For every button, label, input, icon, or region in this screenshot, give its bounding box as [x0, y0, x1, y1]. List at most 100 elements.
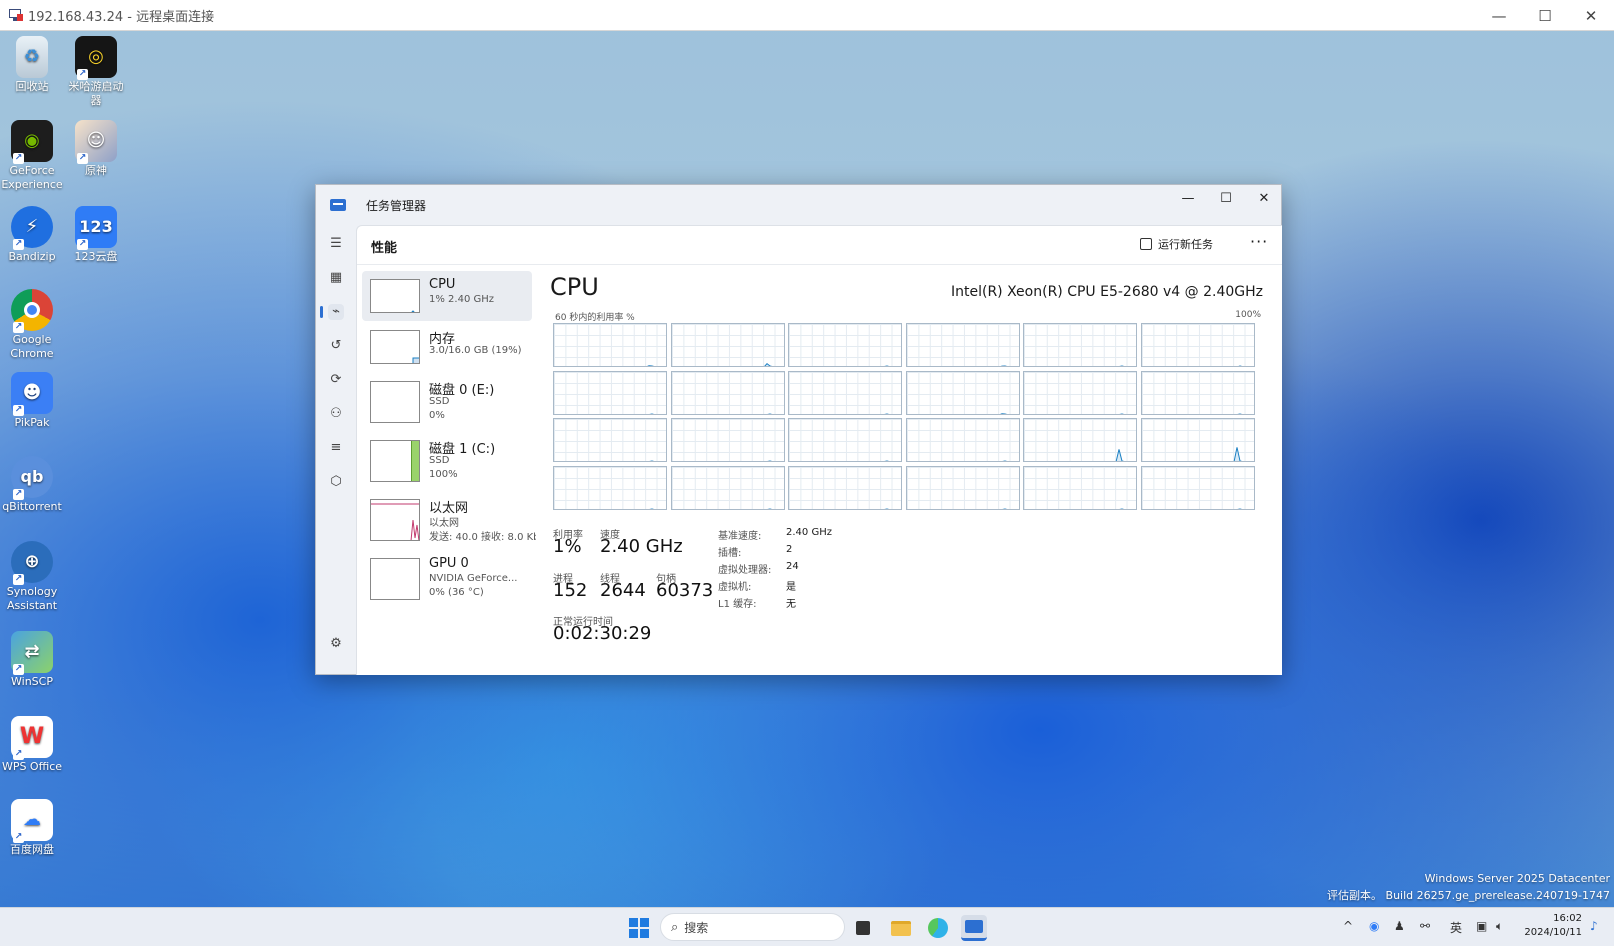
desktop-icon-label: Google Chrome: [10, 333, 54, 360]
run-new-task-label: 运行新任务: [1158, 238, 1213, 251]
details-icon[interactable]: ≡: [328, 440, 344, 456]
close-button[interactable]: ✕: [1246, 185, 1282, 211]
desktop-icon-label: PikPak: [14, 416, 50, 429]
disk1-thumbnail: [370, 440, 420, 482]
core-utilisation-line: [766, 460, 772, 461]
task-view-icon: [856, 921, 870, 935]
core-utilisation-line: [1119, 365, 1125, 366]
device-usage: 0%: [429, 410, 445, 421]
clock-time: 16:02: [1553, 913, 1582, 924]
volume-icon[interactable]: 🔈︎: [1496, 919, 1503, 934]
device-gpu[interactable]: GPU 0 NVIDIA GeForce... 0% (36 °C): [362, 550, 532, 602]
cpu-model: Intel(R) Xeon(R) CPU E5-2680 v4 @ 2.40GH…: [951, 284, 1263, 300]
core-utilisation-line: [1002, 460, 1007, 461]
core-utilisation-area: [789, 509, 902, 510]
detail-key: 基准速度:: [718, 531, 762, 542]
desktop-icon-123pan[interactable]: 123 ↗ 123云盘: [64, 206, 128, 264]
core-graph-12: [553, 418, 667, 462]
task-view-button[interactable]: [850, 915, 876, 941]
processes-value: 152: [553, 580, 588, 601]
rdp-minimize-button[interactable]: —: [1476, 0, 1522, 31]
desktop-icon-genshin[interactable]: ☺ ↗ 原神: [64, 120, 128, 178]
performance-icon[interactable]: ⌁: [320, 304, 344, 320]
desktop-icon-recycle-bin[interactable]: ♻ 回收站: [0, 36, 64, 94]
settings-gear-icon[interactable]: ⚙: [328, 636, 344, 652]
tray-network-share-icon[interactable]: ⚯: [1420, 919, 1430, 933]
core-utilisation-area: [789, 366, 902, 367]
ime-indicator[interactable]: 英: [1450, 919, 1462, 936]
clock[interactable]: 16:02 2024/10/11: [1522, 912, 1582, 940]
core-utilisation-line: [999, 412, 1007, 414]
desktop-icon-label: WinSCP: [11, 675, 53, 688]
core-utilisation-line: [766, 507, 772, 509]
core-utilisation-line: [1237, 412, 1243, 414]
more-options-icon[interactable]: ···: [1250, 232, 1268, 251]
edge-browser-button[interactable]: [925, 915, 951, 941]
desktop-icon-pikpak[interactable]: ☻ ↗ PikPak: [0, 372, 64, 430]
desktop-icon-qbittorrent[interactable]: qb ↗ qBittorrent: [0, 456, 64, 514]
desktop-icon-mihoyo[interactable]: ◎ ↗ 米哈游启动器: [64, 36, 128, 108]
task-manager-taskbar-button[interactable]: [961, 915, 987, 941]
edge-icon: [928, 918, 948, 938]
core-graph-4: [1023, 323, 1138, 367]
synology-assistant-icon: ⊕ ↗: [11, 541, 53, 585]
os-edition-watermark: Windows Server 2025 Datacenter: [1424, 872, 1610, 885]
detail-value: 是: [786, 582, 796, 593]
core-utilisation-line: [884, 460, 890, 461]
device-memory[interactable]: 内存 3.0/16.0 GB (19%): [362, 322, 532, 372]
app-history-icon[interactable]: ↺: [328, 338, 344, 354]
taskbar: ⌕ 搜索 ^ ◉ ♟ ⚯ 英 ▣ 🔈︎ 16:02 2024/10/11 ♪: [0, 907, 1614, 946]
recycle-bin-icon: ♻: [16, 36, 48, 78]
detail-value: 2.40 GHz: [786, 527, 832, 538]
desktop-icon-synology[interactable]: ⊕ ↗ Synology Assistant: [0, 541, 64, 613]
processes-icon[interactable]: ▦: [328, 270, 344, 286]
notification-bell-icon[interactable]: ♪: [1590, 919, 1598, 933]
device-disk-0[interactable]: 磁盘 0 (E:) SSD 0%: [362, 373, 532, 425]
device-cpu[interactable]: CPU 1% 2.40 GHz: [362, 271, 532, 321]
core-graph-20: [788, 465, 903, 510]
search-icon: ⌕: [671, 919, 679, 935]
tray-app-icon[interactable]: ◉: [1369, 919, 1379, 933]
desktop-icon-wps[interactable]: W ↗ WPS Office: [0, 716, 64, 774]
device-disk-1[interactable]: 磁盘 1 (C:) SSD 100%: [362, 432, 532, 484]
qbittorrent-icon: qb ↗: [11, 456, 53, 500]
network-icon[interactable]: ▣: [1476, 919, 1487, 933]
desktop-icon-label: GeForce Experience: [1, 164, 63, 191]
core-graph-23: [1141, 465, 1255, 510]
maximize-button[interactable]: ☐: [1208, 185, 1244, 211]
core-graph-18: [553, 465, 667, 510]
core-utilisation-area: [672, 509, 785, 510]
startup-apps-icon[interactable]: ⟳: [328, 372, 344, 388]
pikpak-icon: ☻ ↗: [11, 372, 53, 416]
taskbar-search-box[interactable]: ⌕ 搜索: [660, 913, 845, 941]
file-explorer-button[interactable]: [888, 915, 914, 941]
folder-icon: [891, 920, 911, 936]
tray-qq-icon[interactable]: ♟: [1394, 919, 1405, 933]
minimize-button[interactable]: —: [1170, 185, 1206, 211]
rdp-maximize-button[interactable]: ☐: [1522, 0, 1568, 31]
core-graph-9: [905, 370, 1020, 415]
core-utilisation-area: [907, 509, 1020, 510]
desktop-icon-bandizip[interactable]: ⚡ ↗ Bandizip: [0, 206, 64, 264]
device-ethernet[interactable]: 以太网 以太网 发送: 40.0 接收: 8.0 Kb: [362, 491, 538, 545]
users-icon[interactable]: ⚇: [328, 406, 344, 422]
start-button[interactable]: [626, 915, 652, 941]
desktop-icon-label: 米哈游启动器: [68, 80, 124, 107]
core-utilisation-area: [907, 366, 1020, 367]
services-icon[interactable]: ⬡: [328, 474, 344, 490]
desktop-icon-winscp[interactable]: ⇄ ↗ WinSCP: [0, 631, 64, 689]
desktop-icon-geforce[interactable]: ◉ ↗ GeForce Experience: [0, 120, 64, 192]
show-hidden-icons-chevron[interactable]: ^: [1343, 919, 1353, 933]
core-utilisation-line: [1119, 507, 1125, 509]
run-new-task-button[interactable]: 运行新任务: [1140, 236, 1213, 252]
rdp-close-button[interactable]: ✕: [1568, 0, 1614, 31]
threads-value: 2644: [600, 580, 646, 601]
hamburger-menu-icon[interactable]: ☰: [328, 236, 344, 252]
core-utilisation-line: [1000, 365, 1007, 366]
core-graph-8: [788, 370, 903, 415]
build-watermark: 评估副本。 Build 26257.ge_prerelease.240719-1…: [1327, 889, 1610, 902]
core-graph-5: [1141, 323, 1255, 367]
cpu-thumbnail: [370, 279, 420, 313]
desktop-icon-chrome[interactable]: ↗ Google Chrome: [0, 289, 64, 361]
desktop-icon-baidu[interactable]: ☁ ↗ 百度网盘: [0, 799, 64, 857]
